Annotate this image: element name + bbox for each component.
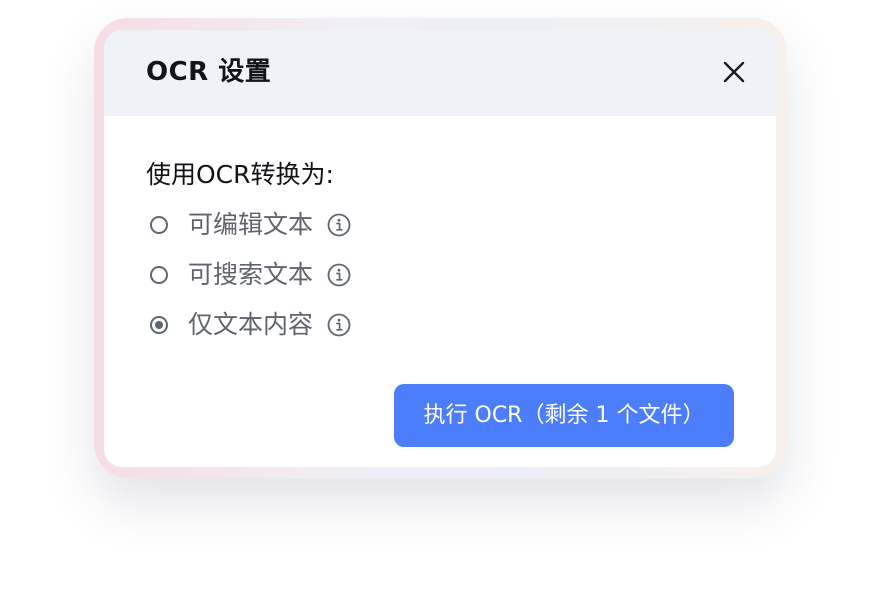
option-editable-text[interactable]: 可编辑文本: [150, 208, 351, 242]
ocr-settings-dialog: OCR 设置 使用OCR转换为: 可编辑文本 可搜索文本 仅文本内容 执行 OC…: [104, 30, 776, 467]
dialog-header: OCR 设置: [104, 30, 776, 116]
close-icon: [723, 61, 745, 83]
close-button[interactable]: [718, 56, 750, 88]
option-searchable-text[interactable]: 可搜索文本: [150, 258, 351, 292]
option-label: 仅文本内容: [188, 310, 314, 339]
info-icon[interactable]: [327, 213, 351, 237]
radio-text-only[interactable]: [150, 316, 168, 334]
dialog-title: OCR 设置: [146, 57, 272, 87]
option-label: 可编辑文本: [188, 210, 314, 239]
info-icon[interactable]: [327, 313, 351, 337]
run-ocr-button[interactable]: 执行 OCR（剩余 1 个文件）: [394, 384, 734, 447]
radio-editable-text[interactable]: [150, 216, 168, 234]
info-icon[interactable]: [327, 263, 351, 287]
radio-searchable-text[interactable]: [150, 266, 168, 284]
option-text-only[interactable]: 仅文本内容: [150, 308, 351, 342]
option-label: 可搜索文本: [188, 260, 314, 289]
convert-prompt: 使用OCR转换为:: [146, 160, 334, 189]
